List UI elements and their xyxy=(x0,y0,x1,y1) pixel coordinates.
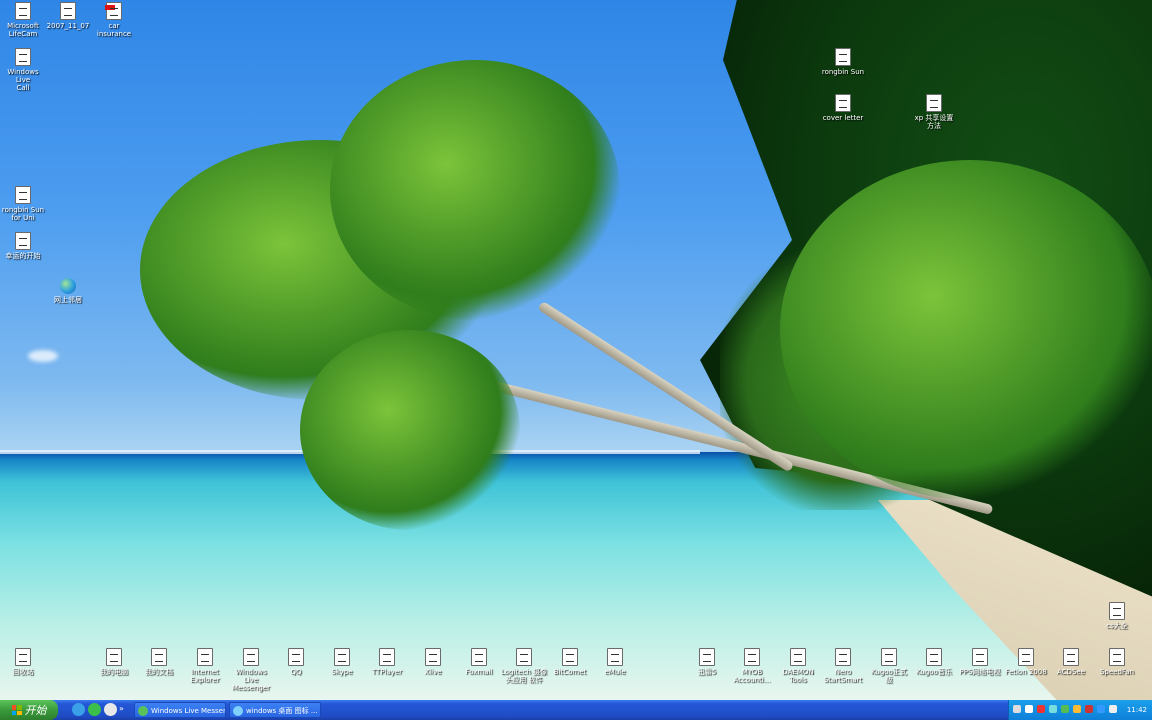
disc-icon xyxy=(790,648,806,666)
messenger-tray-icon[interactable] xyxy=(1061,705,1069,713)
webcam-icon xyxy=(516,648,532,666)
icon-cover-letter[interactable]: cover letter xyxy=(820,94,866,122)
start-button[interactable]: 开始 xyxy=(0,700,58,720)
browser-icon xyxy=(197,648,213,666)
kugoo-icon xyxy=(926,648,942,666)
icon-nero-startsmart[interactable]: Nero StartSmart xyxy=(820,648,866,684)
task-button-windows-live-messenger[interactable]: Windows Live Messen... xyxy=(134,702,226,718)
mail-icon xyxy=(471,648,487,666)
icon-fetion-2008[interactable]: Fetion 2008 xyxy=(1003,648,1049,676)
cloud xyxy=(28,350,58,362)
pdf-icon xyxy=(105,2,122,20)
icon-logitech-webcam[interactable]: Logitech 摄像 头应用 软件 xyxy=(501,648,547,684)
icon-thunder[interactable]: 迅雷5 xyxy=(684,648,730,676)
document-icon xyxy=(60,2,76,20)
icon-windows-live-call[interactable]: Windows Live Call xyxy=(0,48,46,92)
emule-icon xyxy=(607,648,623,666)
quick-launch-messenger-icon[interactable] xyxy=(88,703,101,716)
desktop[interactable]: Microsoft LifeCam 2007_11_07 car insuran… xyxy=(0,0,1152,700)
icon-bitcomet[interactable]: BitComet xyxy=(547,648,593,676)
accounting-icon xyxy=(744,648,760,666)
system-tray: 11:42 xyxy=(1008,700,1152,720)
word-document-icon xyxy=(835,48,851,66)
messenger-icon xyxy=(243,648,259,666)
icon-car-insurance[interactable]: car insurance xyxy=(91,2,137,38)
thunder-icon xyxy=(699,648,715,666)
nero-icon xyxy=(835,648,851,666)
icon-cs-folder[interactable]: cs大全 xyxy=(1094,602,1140,630)
word-document-icon xyxy=(926,94,942,112)
quick-launch-ie-icon[interactable] xyxy=(72,703,85,716)
folder-icon xyxy=(151,648,167,666)
icon-recycle-bin[interactable]: 回收站 xyxy=(0,648,46,676)
fetion-icon xyxy=(1018,648,1034,666)
fan-icon xyxy=(1109,648,1125,666)
thunder-tray-icon[interactable] xyxy=(1085,705,1093,713)
recycle-bin-icon xyxy=(15,648,31,666)
icon-foxmail[interactable]: Foxmail xyxy=(456,648,502,676)
image-viewer-icon xyxy=(1063,648,1079,666)
taskbar: 开始 » Windows Live Messen... windows 桌面 图… xyxy=(0,700,1152,720)
palm-fronds xyxy=(300,330,520,530)
word-document-icon xyxy=(15,186,31,204)
icon-rongbin-sun[interactable]: rongbin Sun xyxy=(820,48,866,76)
icon-ttplayer[interactable]: TTPlayer xyxy=(364,648,410,676)
icon-speedfan[interactable]: SpeedFan xyxy=(1094,648,1140,676)
icon-network-neighborhood[interactable]: 网上邻居 xyxy=(45,278,91,304)
browser-icon xyxy=(233,706,243,716)
quick-launch-more-icon[interactable]: » xyxy=(119,704,127,717)
xlive-icon xyxy=(425,648,441,666)
icon-skype[interactable]: Skype xyxy=(319,648,365,676)
task-label: windows 桌面 图标 ... xyxy=(246,707,318,715)
task-label: Windows Live Messen... xyxy=(151,707,226,715)
music-player-icon xyxy=(379,648,395,666)
keyboard-icon[interactable] xyxy=(1013,705,1021,713)
antivirus-icon[interactable] xyxy=(1037,705,1045,713)
icon-rongbin-sun-for-uni[interactable]: rongbin Sun for Uni xyxy=(0,186,46,222)
icon-lucky-start[interactable]: 幸运的开始 xyxy=(0,232,46,260)
icon-myob-accounting[interactable]: MYOB Accounti... xyxy=(729,648,775,684)
qq-tray-icon[interactable] xyxy=(1097,705,1105,713)
icon-kugoo-official[interactable]: Kugoo正式 版 xyxy=(866,648,912,684)
computer-icon xyxy=(106,648,122,666)
network-icon[interactable] xyxy=(1049,705,1057,713)
icon-my-documents[interactable]: 我的文档 xyxy=(136,648,182,676)
messenger-icon xyxy=(138,706,148,716)
qq-icon xyxy=(288,648,304,666)
document-icon xyxy=(15,232,31,250)
word-document-icon xyxy=(835,94,851,112)
icon-qq[interactable]: QQ xyxy=(273,648,319,676)
icon-my-computer[interactable]: 我的电脑 xyxy=(91,648,137,676)
icon-windows-live-messenger[interactable]: Windows Live Messenger xyxy=(228,648,274,692)
icon-emule[interactable]: eMule xyxy=(592,648,638,676)
document-icon xyxy=(1109,602,1125,620)
icon-acdsee[interactable]: ACDSee xyxy=(1048,648,1094,676)
icon-kugoo-music[interactable]: Kugoo音乐 xyxy=(911,648,957,676)
skype-icon xyxy=(334,648,350,666)
document-icon xyxy=(15,48,31,66)
volume-icon[interactable] xyxy=(1109,705,1117,713)
icon-xp-sharing[interactable]: xp 共享设置 方法 xyxy=(911,94,957,130)
network-globe-icon xyxy=(60,278,76,294)
input-method-icon[interactable] xyxy=(1025,705,1033,713)
palm-fronds xyxy=(330,60,620,320)
document-icon xyxy=(15,2,31,20)
icon-pps-tv[interactable]: PPS网络电视 xyxy=(957,648,1003,676)
clock[interactable]: 11:42 xyxy=(1127,706,1147,714)
icon-daemon-tools[interactable]: DAEMON Tools xyxy=(775,648,821,684)
kugoo-icon xyxy=(881,648,897,666)
icon-2007-11-07[interactable]: 2007_11_07 xyxy=(45,2,91,30)
windows-logo-icon xyxy=(11,705,22,715)
speedfan-tray-icon[interactable] xyxy=(1073,705,1081,713)
quick-launch-show-desktop-icon[interactable] xyxy=(104,703,117,716)
icon-internet-explorer[interactable]: Internet Explorer xyxy=(182,648,228,684)
start-label: 开始 xyxy=(24,704,47,717)
tv-icon xyxy=(972,648,988,666)
palm-fronds xyxy=(780,160,1152,500)
bitcomet-icon xyxy=(562,648,578,666)
task-button-windows-desktop-icons[interactable]: windows 桌面 图标 ... xyxy=(229,702,321,718)
icon-xlive[interactable]: Xlive xyxy=(410,648,456,676)
icon-microsoft-lifecam[interactable]: Microsoft LifeCam xyxy=(0,2,46,38)
